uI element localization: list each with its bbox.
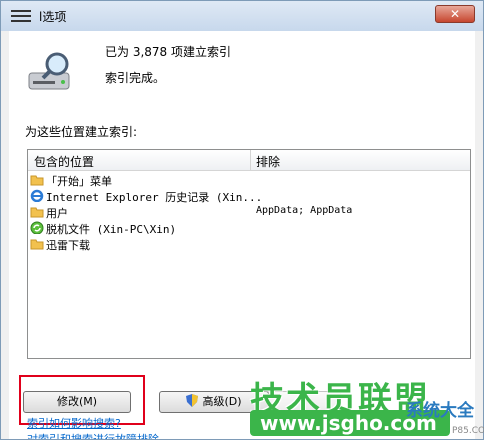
ie-icon bbox=[30, 189, 44, 202]
watermark-small-text: P85.COM bbox=[452, 426, 484, 436]
column-header-location[interactable]: 包含的位置 bbox=[34, 153, 94, 170]
indexed-locations-list[interactable]: 包含的位置 排除 「开始」菜单 Internet Explorer 历史记录 (… bbox=[27, 149, 471, 359]
disk-search-icon bbox=[28, 52, 70, 90]
folder-icon bbox=[30, 239, 44, 250]
troubleshoot-link[interactable]: 对索引和搜索进行故障排除 bbox=[27, 431, 159, 439]
indexing-complete-text: 索引完成。 bbox=[105, 71, 166, 85]
list-item[interactable]: 「开始」菜单 bbox=[30, 172, 470, 188]
window-menu-icon[interactable] bbox=[11, 10, 31, 22]
list-item[interactable]: 脱机文件 (Xin-PC\Xin) bbox=[30, 220, 470, 236]
list-item[interactable]: 用户 AppData; AppData bbox=[30, 204, 470, 220]
sync-icon bbox=[30, 221, 44, 234]
folder-icon bbox=[30, 175, 44, 186]
list-item[interactable]: 迅雷下载 bbox=[30, 236, 470, 252]
title-bar[interactable]: l选项 ✕ bbox=[1, 1, 483, 31]
indexing-help-link[interactable]: 索引如何影响搜索? bbox=[27, 415, 121, 431]
column-header-exclude[interactable]: 排除 bbox=[256, 153, 280, 170]
location-name: 「开始」菜单 bbox=[46, 175, 112, 188]
indexed-count-text: 已为 3,878 项建立索引 bbox=[105, 45, 231, 59]
location-exclude: AppData; AppData bbox=[256, 205, 353, 216]
section-label: 为这些位置建立索引: bbox=[25, 125, 138, 139]
close-button[interactable]: ✕ bbox=[435, 5, 475, 23]
location-name: 用户 bbox=[46, 207, 68, 220]
location-name: Internet Explorer 历史记录 (Xin... bbox=[46, 191, 263, 204]
location-name: 迅雷下载 bbox=[46, 239, 90, 252]
watermark-right-text: 系统大全 bbox=[406, 401, 474, 421]
window-title: l选项 bbox=[39, 10, 67, 24]
column-divider[interactable] bbox=[250, 150, 251, 170]
folder-icon bbox=[30, 207, 44, 218]
advanced-button-label: 高级(D) bbox=[202, 395, 242, 408]
list-item[interactable]: Internet Explorer 历史记录 (Xin... bbox=[30, 188, 470, 204]
list-header: 包含的位置 排除 bbox=[28, 150, 470, 171]
location-name: 脱机文件 (Xin-PC\Xin) bbox=[46, 223, 177, 236]
uac-shield-icon bbox=[186, 394, 199, 407]
